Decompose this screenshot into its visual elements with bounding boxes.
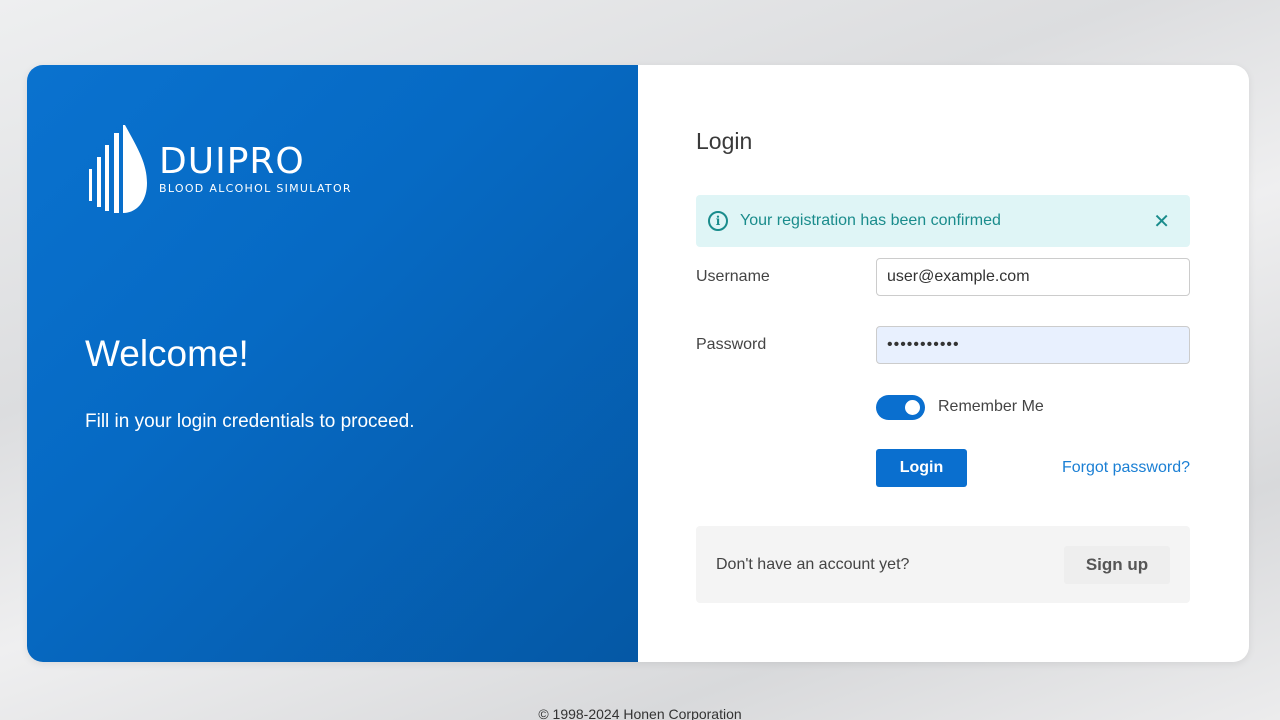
- username-label: Username: [696, 268, 770, 285]
- logo: DUIPRO BLOOD ALCOHOL SIMULATOR: [85, 123, 352, 215]
- welcome-heading: Welcome!: [85, 333, 249, 374]
- brand-name: DUIPRO: [159, 140, 305, 182]
- signup-box: Don't have an account yet? Sign up: [696, 526, 1190, 603]
- login-card: DUIPRO BLOOD ALCOHOL SIMULATOR Welcome! …: [27, 65, 1249, 662]
- signup-question: Don't have an account yet?: [716, 555, 910, 573]
- info-icon: i: [708, 211, 728, 231]
- password-input[interactable]: [876, 326, 1190, 364]
- login-title: Login: [696, 128, 753, 154]
- password-label: Password: [696, 336, 767, 353]
- remember-me-label: Remember Me: [938, 398, 1044, 415]
- brand-panel: DUIPRO BLOOD ALCOHOL SIMULATOR Welcome! …: [27, 65, 638, 662]
- close-icon[interactable]: ✕: [1153, 209, 1170, 234]
- welcome-tagline: Fill in your login credentials to procee…: [85, 411, 415, 432]
- login-button[interactable]: Login: [876, 449, 967, 487]
- droplet-icon: [89, 125, 147, 213]
- remember-me-toggle[interactable]: [876, 395, 925, 420]
- forgot-password-link[interactable]: Forgot password?: [1062, 459, 1190, 477]
- alert-message: Your registration has been confirmed: [740, 212, 1001, 229]
- toggle-knob: [905, 400, 920, 415]
- brand-subtitle: BLOOD ALCOHOL SIMULATOR: [159, 181, 352, 195]
- login-form-panel: Login i Your registration has been confi…: [638, 65, 1249, 662]
- signup-button[interactable]: Sign up: [1064, 545, 1170, 584]
- confirmation-alert: i Your registration has been confirmed ✕: [696, 195, 1190, 247]
- username-input[interactable]: [876, 258, 1190, 296]
- footer-copyright: © 1998-2024 Honen Corporation: [538, 706, 742, 720]
